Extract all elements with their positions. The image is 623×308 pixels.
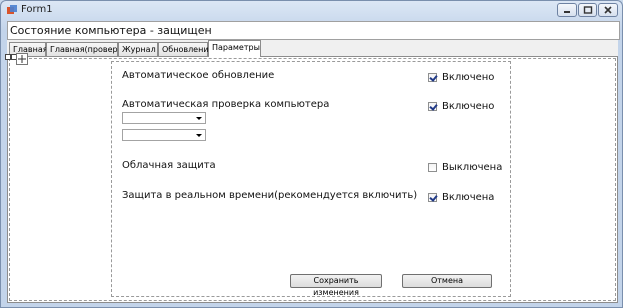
main-window: Form1 Состояние компьютера - защищен Гла…: [0, 0, 623, 308]
realtime-checkbox[interactable]: Включена: [428, 192, 494, 203]
auto-update-label: Автоматическое обновление: [122, 70, 275, 81]
auto-scan-label: Автоматическая проверка компьютера: [122, 99, 330, 110]
checkbox-box[interactable]: [428, 163, 437, 172]
status-text: Состояние компьютера - защищен: [7, 21, 620, 40]
tab-settings[interactable]: Параметры: [208, 40, 261, 57]
app-icon: [7, 5, 17, 14]
checkbox-box[interactable]: [428, 102, 437, 111]
minimize-icon: [564, 11, 570, 13]
cancel-button[interactable]: Отмена: [402, 274, 492, 288]
settings-panel: Автоматическое обновление Включено Автом…: [5, 53, 618, 303]
realtime-label: Защита в реальном времени(рекомендуется …: [122, 190, 418, 201]
maximize-icon: [583, 6, 592, 14]
save-button[interactable]: Сохранить изменения: [290, 274, 382, 297]
title-bar[interactable]: Form1: [1, 1, 622, 21]
close-icon: [604, 6, 612, 14]
auto-update-state: Включено: [442, 72, 495, 83]
settings-group: Автоматическое обновление Включено Автом…: [111, 61, 511, 297]
auto-scan-state: Включено: [442, 101, 495, 112]
tab-home-scan[interactable]: Главная(проверка): [46, 42, 130, 56]
minimize-button[interactable]: [557, 3, 577, 17]
close-button[interactable]: [598, 3, 618, 17]
cloud-label: Облачная защита: [122, 160, 216, 171]
tab-journal[interactable]: Журнал: [118, 42, 158, 56]
checkbox-box[interactable]: [428, 73, 437, 82]
scan-time-dropdown[interactable]: [122, 129, 206, 141]
maximize-button[interactable]: [578, 3, 597, 17]
chevron-down-icon[interactable]: [196, 117, 202, 120]
checkbox-box[interactable]: [428, 193, 437, 202]
chevron-down-icon[interactable]: [196, 134, 202, 137]
cloud-state: Выключена: [442, 162, 503, 173]
client-area: Состояние компьютера - защищен Главная Г…: [5, 21, 620, 303]
realtime-state: Включена: [442, 192, 495, 203]
scan-frequency-dropdown[interactable]: [122, 112, 206, 124]
tab-updates[interactable]: Обновления: [158, 42, 213, 56]
move-icon[interactable]: [16, 53, 28, 65]
window-title: Form1: [21, 4, 53, 15]
cloud-checkbox[interactable]: Выключена: [428, 162, 502, 173]
auto-scan-checkbox[interactable]: Включено: [428, 101, 494, 112]
auto-update-checkbox[interactable]: Включено: [428, 72, 494, 83]
